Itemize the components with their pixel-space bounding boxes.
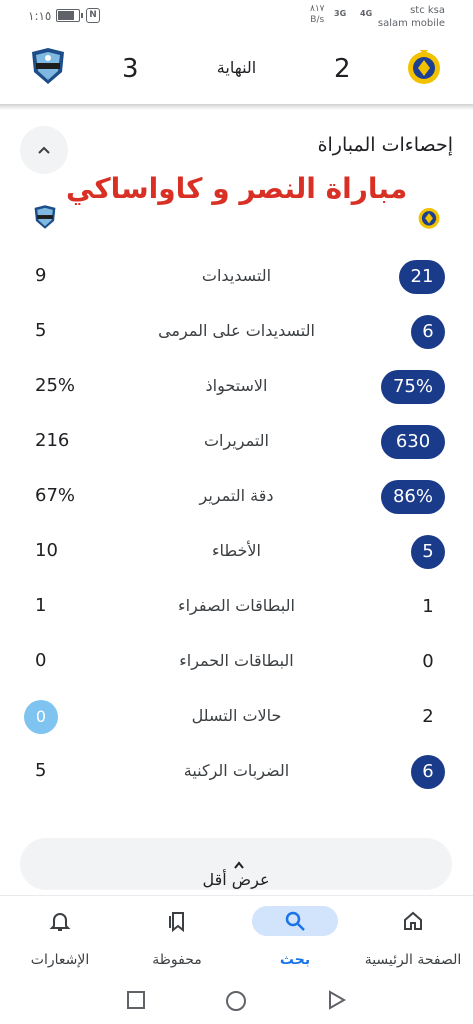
nav-label: بحث (279, 952, 311, 968)
nav-label: الصفحة الرئيسية (364, 952, 462, 968)
nav-label: الإشعارات (30, 952, 90, 968)
signal-4g-icon: 4G (360, 9, 373, 18)
section-title: إحصاءات المباراة (317, 134, 453, 156)
back-icon[interactable] (327, 990, 347, 1010)
recents-icon[interactable] (126, 990, 146, 1010)
stat-home-value: 6 (411, 315, 445, 349)
header-divider (0, 104, 473, 110)
stat-home-value: 630 (381, 425, 445, 459)
bookmarks-icon (169, 912, 184, 933)
nav-label: محفوظة (152, 952, 202, 968)
nav-icon-wrap (252, 906, 338, 936)
stat-home-value: 6 (411, 755, 445, 789)
match-stats-card: إحصاءات المباراة مباراة النصر و كاواساكي… (0, 112, 473, 897)
show-less-button[interactable]: عرض أقل (20, 838, 452, 890)
nav-notifications[interactable]: الإشعارات (5, 896, 115, 981)
network-speed: ٨١٧ B/s (310, 4, 325, 26)
stat-home-value: 86% (381, 480, 445, 514)
score-header[interactable]: 3 النهاية 2 (0, 36, 473, 106)
nav-saved[interactable]: محفوظة (122, 896, 232, 981)
stat-label: البطاقات الصفراء (178, 596, 295, 615)
stat-label: البطاقات الحمراء (179, 651, 294, 670)
home-team-logo (408, 50, 440, 84)
nav-icon-wrap (36, 906, 84, 936)
home-team-mini-logo (418, 207, 440, 229)
stat-row: 9 التسديدات 21 (0, 250, 473, 305)
clock: ١:١٥ (28, 9, 52, 23)
status-bar: ١:١٥ N ٨١٧ B/s 3G 4G stc ksa salam mobil… (0, 0, 473, 36)
system-nav-bar (0, 980, 473, 1024)
signal-3g-icon: 3G (334, 9, 347, 18)
nfc-icon: N (86, 8, 100, 23)
collapse-button[interactable] (20, 126, 68, 174)
bell-icon (49, 913, 71, 931)
stats-list: 9 التسديدات 21 5 التسديدات على المرمى 6 … (0, 250, 473, 800)
nav-icon-wrap (153, 906, 201, 936)
stat-row: 5 الضربات الركنية 6 (0, 745, 473, 800)
stat-row: 5 التسديدات على المرمى 6 (0, 305, 473, 360)
away-team-mini-logo (34, 205, 56, 229)
chevron-up-icon (38, 146, 50, 154)
stat-row: 216 التمريرات 630 (0, 415, 473, 470)
battery-icon (56, 9, 83, 22)
match-status: النهاية (216, 58, 257, 77)
stat-row: 0 حالات التسلل 2 (0, 690, 473, 745)
stat-home-value: 75% (381, 370, 445, 404)
stat-home-value: 5 (411, 535, 445, 569)
stat-home-value: 0 (422, 651, 434, 672)
carrier-1: stc ksa (410, 5, 445, 16)
network-speed-unit: B/s (310, 15, 325, 25)
stat-home-value: 21 (399, 260, 445, 294)
stat-label: حالات التسلل (191, 706, 282, 725)
nav-home[interactable]: الصفحة الرئيسية (358, 896, 468, 981)
bottom-nav: الإشعارات محفوظة بحث الصفحة الرئيسية (0, 895, 473, 981)
home-icon (404, 911, 422, 930)
network-speed-value: ٨١٧ (310, 4, 325, 14)
stat-label: التسديدات على المرمى (158, 321, 315, 340)
stat-row: 1 البطاقات الصفراء 1 (0, 580, 473, 635)
home-score: 2 (334, 54, 351, 84)
stat-row: 0 البطاقات الحمراء 0 (0, 635, 473, 690)
nav-search[interactable]: بحث (240, 896, 350, 981)
carrier-2: salam mobile (377, 18, 445, 29)
stat-row: 10 الأخطاء 5 (0, 525, 473, 580)
stat-label: الضربات الركنية (183, 761, 290, 780)
carrier-info: stc ksa salam mobile (378, 4, 445, 30)
overlay-caption: مباراة النصر و كاواساكي (66, 172, 408, 205)
stat-row: 25% الاستحواذ 75% (0, 360, 473, 415)
stat-label: الأخطاء (212, 541, 261, 560)
search-icon (285, 911, 305, 931)
show-less-label: عرض أقل (202, 870, 270, 889)
home-circle-icon[interactable] (225, 990, 247, 1012)
nav-icon-wrap (389, 906, 437, 936)
stat-home-value: 2 (422, 706, 434, 727)
show-less-label-wrap: عرض أقل (20, 854, 452, 889)
stat-home-value: 1 (422, 596, 434, 617)
chevron-up-icon (234, 860, 244, 869)
stat-row: 67% دقة التمرير 86% (0, 470, 473, 525)
